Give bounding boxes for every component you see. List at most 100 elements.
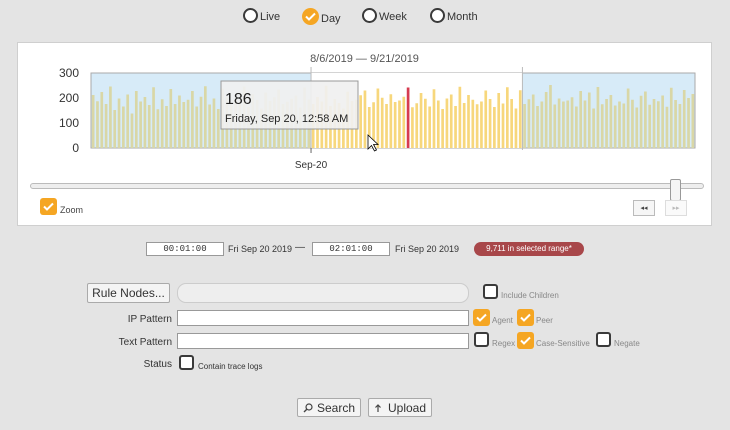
histogram-bar[interactable]: [147, 105, 151, 148]
histogram-bar[interactable]: [626, 88, 630, 149]
histogram-bar[interactable]: [631, 99, 634, 148]
rule-nodes-button[interactable]: Rule Nodes...: [87, 283, 170, 303]
histogram-bar[interactable]: [669, 87, 673, 148]
histogram-bar[interactable]: [505, 87, 509, 148]
view-mode-month[interactable]: Month: [430, 8, 478, 23]
histogram-bar[interactable]: [169, 89, 173, 148]
histogram-bar[interactable]: [436, 100, 440, 149]
histogram-bar[interactable]: [480, 101, 483, 149]
histogram-bar[interactable]: [635, 107, 639, 149]
histogram-bar[interactable]: [91, 95, 95, 148]
histogram-bar[interactable]: [605, 99, 608, 148]
contain-trace-logs-checkbox[interactable]: [179, 355, 194, 370]
histogram-bar[interactable]: [160, 99, 164, 148]
histogram-bar[interactable]: [544, 92, 548, 148]
histogram-bar[interactable]: [376, 88, 380, 149]
peer-checkbox[interactable]: [517, 309, 534, 326]
histogram-bar[interactable]: [661, 95, 664, 149]
histogram-bar[interactable]: [575, 106, 578, 149]
histogram-bar[interactable]: [596, 87, 600, 148]
histogram-bar[interactable]: [644, 91, 647, 149]
histogram-bar[interactable]: [600, 104, 604, 148]
histogram-bar[interactable]: [104, 104, 108, 148]
histogram-bar[interactable]: [523, 104, 526, 148]
histogram-bar[interactable]: [109, 86, 112, 149]
histogram-bar[interactable]: [557, 98, 561, 149]
histogram-bar[interactable]: [579, 91, 583, 148]
time-slider-handle[interactable]: [670, 179, 681, 201]
start-time-input[interactable]: 00:01:00: [146, 242, 224, 256]
histogram-bar[interactable]: [553, 104, 557, 149]
histogram-bar[interactable]: [587, 92, 591, 149]
histogram-bar[interactable]: [475, 104, 479, 148]
histogram-bar[interactable]: [540, 101, 544, 149]
histogram-bar[interactable]: [113, 110, 117, 148]
histogram-bar[interactable]: [100, 92, 104, 148]
histogram-bar[interactable]: [96, 101, 99, 148]
histogram-bar[interactable]: [199, 96, 203, 148]
end-time-input[interactable]: 02:01:00: [312, 242, 390, 256]
histogram-bar[interactable]: [402, 96, 406, 148]
case-sensitive-checkbox[interactable]: [517, 332, 534, 349]
histogram-bar[interactable]: [134, 91, 138, 148]
histogram-bar[interactable]: [389, 94, 393, 148]
time-slider-track[interactable]: [30, 183, 704, 189]
histogram-bar[interactable]: [359, 95, 362, 148]
view-mode-day[interactable]: Day: [302, 8, 341, 25]
histogram-bar[interactable]: [415, 103, 419, 148]
text-pattern-input[interactable]: [177, 333, 469, 349]
histogram-bar[interactable]: [566, 100, 570, 149]
histogram-bar[interactable]: [609, 95, 613, 148]
histogram-bar[interactable]: [191, 91, 194, 148]
histogram-bar[interactable]: [385, 104, 388, 148]
histogram-bar[interactable]: [178, 95, 181, 149]
histogram-bar[interactable]: [549, 85, 552, 148]
histogram-bar[interactable]: [583, 100, 587, 149]
histogram-bar[interactable]: [122, 106, 125, 149]
search-button[interactable]: Search: [297, 398, 361, 417]
include-children-checkbox[interactable]: [483, 284, 498, 299]
histogram-bar[interactable]: [570, 97, 574, 148]
histogram-bar[interactable]: [665, 106, 669, 148]
histogram-bar[interactable]: [173, 104, 177, 148]
histogram-bar[interactable]: [687, 98, 690, 148]
histogram-bar[interactable]: [514, 108, 518, 149]
histogram-bar[interactable]: [682, 90, 686, 148]
histogram-bar[interactable]: [518, 90, 522, 148]
histogram-bar[interactable]: [484, 90, 488, 149]
histogram-bar[interactable]: [363, 90, 367, 149]
histogram-bar[interactable]: [678, 104, 682, 148]
histogram-bar[interactable]: [424, 98, 427, 148]
regex-checkbox[interactable]: [474, 332, 489, 347]
ip-pattern-input[interactable]: [177, 310, 469, 326]
histogram-bar[interactable]: [691, 94, 695, 148]
histogram-bar[interactable]: [428, 106, 432, 149]
histogram-bar[interactable]: [203, 86, 207, 148]
histogram-bar[interactable]: [467, 95, 470, 148]
histogram-bar[interactable]: [195, 106, 199, 149]
rewind-button[interactable]: ◂◂: [633, 200, 655, 216]
histogram-chart[interactable]: 0 100 200 300 Sep-20 186 Friday, Sep 20, 12:58…: [18, 43, 711, 173]
histogram-bar[interactable]: [458, 86, 462, 148]
upload-button[interactable]: Upload: [368, 398, 432, 417]
histogram-bar[interactable]: [398, 100, 401, 149]
rule-nodes-field[interactable]: [177, 283, 469, 303]
histogram-bar[interactable]: [130, 113, 134, 149]
histogram-bar[interactable]: [411, 107, 414, 148]
histogram-bar[interactable]: [501, 103, 505, 149]
negate-checkbox[interactable]: [596, 332, 611, 347]
histogram-bar[interactable]: [622, 103, 626, 149]
histogram-bar[interactable]: [419, 93, 423, 148]
histogram-bar[interactable]: [656, 101, 660, 148]
histogram-bar[interactable]: [618, 101, 621, 149]
histogram-bar[interactable]: [126, 94, 130, 149]
histogram-bar[interactable]: [165, 106, 168, 148]
histogram-bar[interactable]: [471, 99, 475, 148]
histogram-bar[interactable]: [216, 109, 220, 148]
histogram-bar[interactable]: [510, 99, 513, 148]
histogram-bar[interactable]: [652, 99, 656, 148]
zoom-checkbox[interactable]: [40, 198, 57, 215]
view-mode-live[interactable]: Live: [243, 8, 280, 23]
histogram-bar[interactable]: [406, 87, 410, 149]
histogram-bar[interactable]: [462, 103, 466, 148]
